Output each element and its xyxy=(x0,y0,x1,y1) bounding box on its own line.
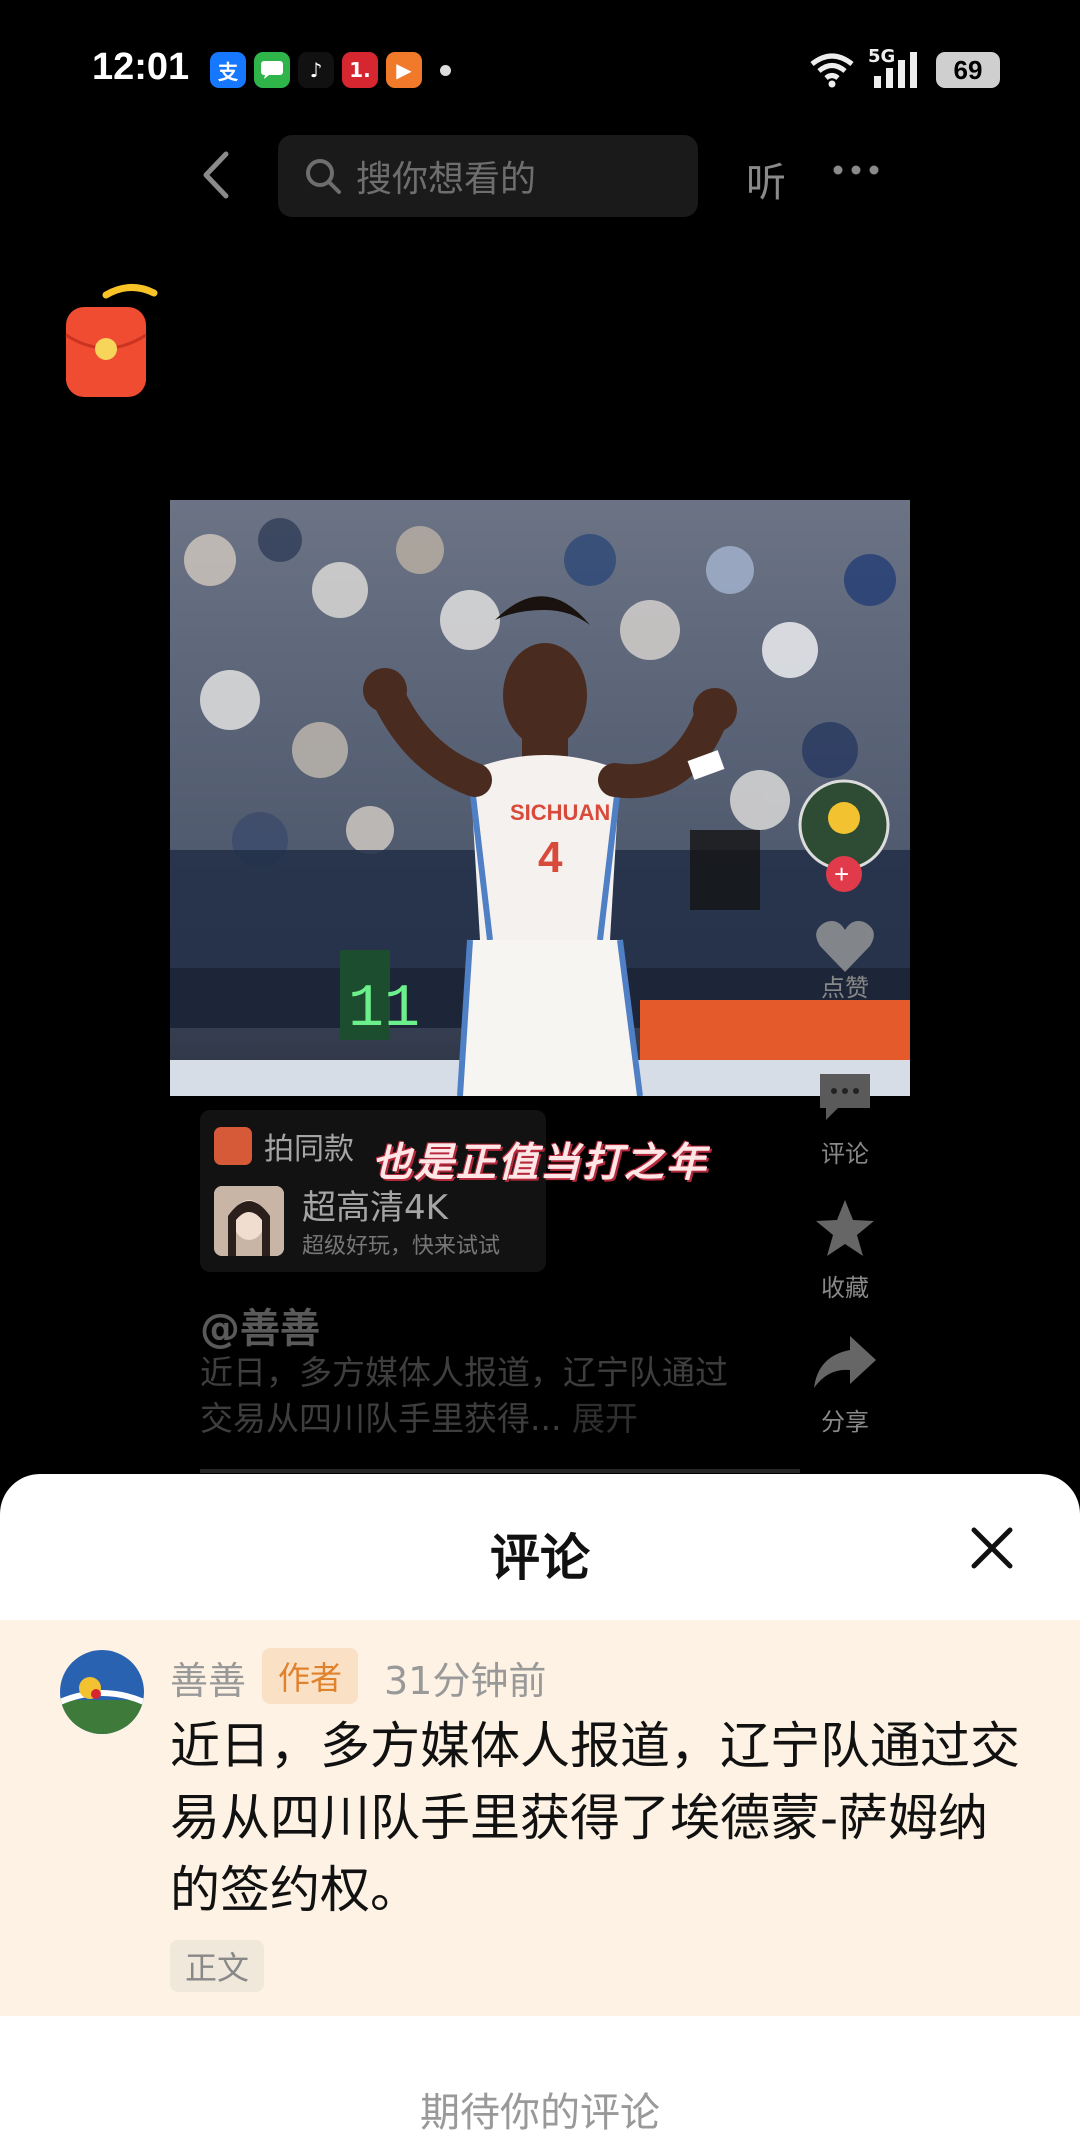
close-icon[interactable] xyxy=(968,1524,1016,1572)
post-description: 近日，多方媒体人报道，辽宁队通过交易从四川队手里获得... 展开 xyxy=(200,1350,760,1442)
template-card-head: 拍同款 xyxy=(264,1132,354,1167)
jersey-number: 4 xyxy=(538,833,563,882)
sheet-title: 评论 xyxy=(490,1529,590,1587)
status-right: 5G 69 xyxy=(808,46,1000,90)
expand-link[interactable]: 展开 xyxy=(572,1399,638,1438)
video-progress[interactable] xyxy=(200,1469,800,1473)
video-player[interactable]: 11 SICHUAN 4 + xyxy=(170,500,910,1096)
avatar[interactable] xyxy=(60,1650,144,1734)
comment-username[interactable]: 善善 xyxy=(170,1650,246,1705)
comment-input[interactable]: 期待你的评论 xyxy=(0,2080,1080,2136)
back-icon[interactable] xyxy=(196,150,236,200)
comment-tag: 正文 xyxy=(170,1940,264,1992)
like-button[interactable]: 点赞 xyxy=(800,918,890,1003)
share-button[interactable]: 分享 xyxy=(800,1332,890,1437)
signal-icon: 5G xyxy=(868,46,924,90)
post-author[interactable]: @善善 xyxy=(200,1296,320,1354)
comment-time: 31分钟前 xyxy=(384,1659,547,1703)
video-app-icon: ▶ xyxy=(386,52,422,88)
favorite-button[interactable]: 收藏 xyxy=(800,1198,890,1303)
search-placeholder: 搜你想看的 xyxy=(356,159,537,200)
tiktok-icon: ♪ xyxy=(298,52,334,88)
comment-icon xyxy=(820,1074,870,1120)
more-notifications-dot xyxy=(440,64,451,76)
news-icon: 1. xyxy=(342,52,378,88)
jersey-team: SICHUAN xyxy=(510,800,610,825)
alipay-icon: 支 xyxy=(210,52,246,88)
camera-icon xyxy=(214,1127,252,1165)
star-icon xyxy=(816,1200,874,1256)
template-subtitle: 超级好玩，快来试试 xyxy=(302,1234,501,1259)
more-icon[interactable] xyxy=(832,160,880,180)
search-input[interactable]: 搜你想看的 xyxy=(278,135,698,217)
post-description-text: 近日，多方媒体人报道，辽宁队通过交易从四川队手里获得... xyxy=(200,1353,728,1438)
status-time: 12:01 xyxy=(92,46,190,88)
messages-icon xyxy=(254,52,290,88)
status-bar: 12:01 支 ♪ 1. ▶ 5G 69 xyxy=(0,0,1080,120)
author-badge: 作者 xyxy=(262,1648,358,1704)
red-envelope-icon[interactable] xyxy=(62,265,158,400)
listen-button[interactable]: 听 xyxy=(746,150,786,208)
battery-indicator: 69 xyxy=(936,52,1000,88)
comment-text: 近日，多方媒体人报道，辽宁队通过交易从四川队手里获得了埃德蒙-萨姆纳的签约权。 xyxy=(170,1717,1020,1919)
comment-button[interactable]: 评论 xyxy=(800,1068,890,1169)
video-caption: 也是正值当打之年 xyxy=(372,1139,708,1186)
notification-icons: 支 ♪ 1. ▶ xyxy=(210,52,451,88)
favorite-label: 收藏 xyxy=(821,1274,869,1302)
video-frame: 11 SICHUAN 4 + xyxy=(170,500,910,1096)
comment-label: 评论 xyxy=(821,1140,869,1168)
wifi-icon xyxy=(810,53,854,88)
comment-sheet: 评论 善善 作者 31分钟前 近日，多方媒体人报道，辽宁队通过交易从四川队手里获… xyxy=(0,1474,1080,2136)
share-icon xyxy=(814,1336,876,1388)
share-label: 分享 xyxy=(821,1408,869,1436)
heart-icon xyxy=(816,921,874,972)
comment-item[interactable]: 善善 作者 31分钟前 近日，多方媒体人报道，辽宁队通过交易从四川队手里获得了埃… xyxy=(0,1620,1080,2016)
svg-text:11: 11 xyxy=(348,976,420,1044)
svg-text:+: + xyxy=(834,859,849,889)
template-thumbnail xyxy=(214,1186,284,1256)
search-icon xyxy=(306,159,341,194)
